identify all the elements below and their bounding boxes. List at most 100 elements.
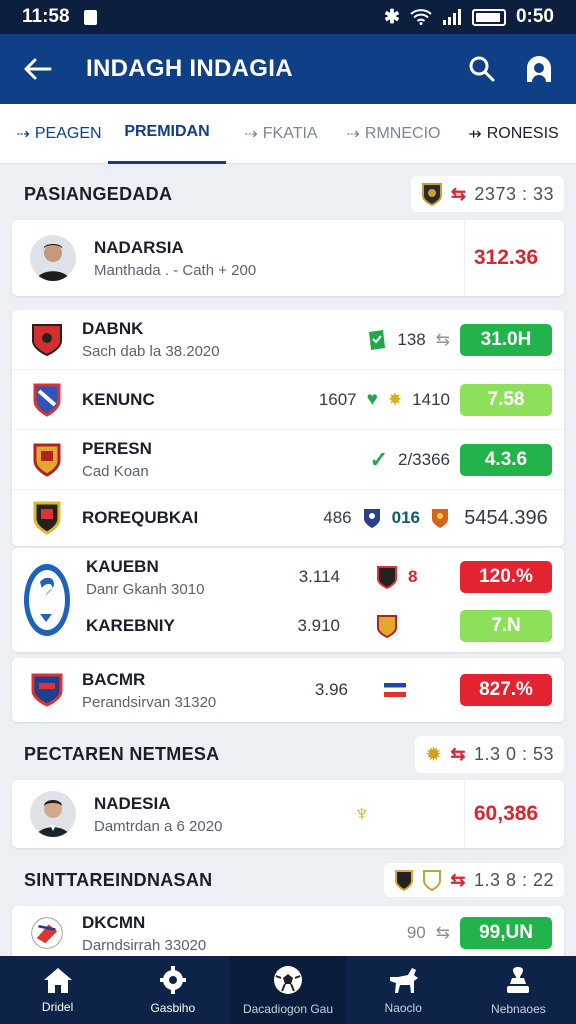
odds-value[interactable]: 5454.396 — [460, 507, 552, 530]
club-crest-icon — [377, 615, 397, 638]
bottom-navigation: Dridel Gasbiho Dacadiogon Gau Naoclo Neb… — [0, 956, 576, 1024]
team-crest-icon — [31, 673, 63, 707]
player-subtitle: Damtrdan a 6 2020 — [94, 817, 223, 835]
featured-card[interactable]: NADARSIA Manthada . - Cath + 200 312.36 — [12, 220, 564, 296]
nav-matches[interactable]: Dacadiogon Gau — [230, 956, 346, 1024]
team-subtitle: Sach dab la 38.2020 — [82, 343, 220, 360]
team-name: DABNK — [82, 319, 144, 338]
team-name: PERESN — [82, 439, 152, 458]
list-item[interactable]: DABNK Sach dab la 38.2020 138 ⇆ 31.0H — [12, 310, 564, 370]
football-icon — [274, 966, 302, 994]
odds-value[interactable]: 4.3.6 — [460, 443, 552, 476]
section-header: SINTTAREINDNASAN ⇆ 1.3 8 : 22 — [0, 852, 576, 908]
club-crest-icon — [421, 183, 442, 206]
section-score-pill[interactable]: ⇆ 2373 : 33 — [410, 176, 564, 212]
team-card[interactable]: DKCMN Darndsirrah 33020 90 ⇆ 99,UN — [12, 906, 564, 960]
signal-icon — [442, 9, 461, 25]
club-crest-icon — [395, 870, 414, 891]
team-crest-icon — [32, 323, 62, 356]
list-item[interactable]: ROREQUBKAI 486 016 5454.396 — [12, 490, 564, 546]
row-stat: 3.910 — [297, 616, 340, 635]
chess-piece-icon — [507, 967, 530, 993]
team-name: BACMR — [82, 669, 146, 689]
back-arrow-icon[interactable] — [22, 57, 52, 81]
row-count: 138 — [397, 329, 426, 349]
tab-rmnecio[interactable]: ⇢ RMNECIO — [336, 104, 451, 164]
swap-icon: ⇆ — [450, 743, 466, 764]
nav-news[interactable]: Nebnaoes — [461, 956, 576, 1024]
row-count: 1410 — [412, 389, 450, 409]
team-name: KENUNC — [82, 389, 155, 409]
tab-peagen[interactable]: ⇢ PEAGEN — [0, 104, 108, 164]
heart-check-icon: ♥ — [366, 388, 378, 410]
check-icon: ✓ — [369, 446, 388, 472]
section-score-pill[interactable]: ✹ ⇆ 1.3 0 : 53 — [415, 735, 564, 773]
nav-label: Gasbiho — [150, 1001, 196, 1015]
team-subtitle: Cad Koan — [82, 463, 149, 480]
arrow-icon: ⇢ — [346, 125, 360, 143]
status-time: 11:58 — [22, 6, 70, 27]
tab-premidan[interactable]: PREMIDAN — [108, 104, 226, 164]
tab-ronesis[interactable]: ⇸ RONESIS — [451, 104, 576, 164]
list-item[interactable]: KAREBNIY 3.910 7.N — [12, 602, 564, 650]
section-score-pill[interactable]: ⇆ 1.3 8 : 22 — [384, 863, 564, 897]
odds-value[interactable]: 7.N — [460, 610, 552, 642]
team-crest-icon — [33, 443, 61, 477]
teams-card: DABNK Sach dab la 38.2020 138 ⇆ 31.0H KEN… — [12, 310, 564, 546]
flag-icon — [384, 683, 406, 697]
swap-icon: ⇆ — [450, 183, 467, 204]
tab-label: RONESIS — [486, 124, 559, 142]
nav-label: Nebnaoes — [491, 1002, 546, 1016]
row-count: 90 — [406, 923, 426, 942]
team-name: ROREQUBKAI — [82, 508, 199, 527]
list-item[interactable]: KAUEBN Danr Gkanh 3010 3.114 8 120.% — [12, 552, 564, 602]
team-card[interactable]: BACMR Perandsirvan 31320 3.96 827.% — [12, 658, 564, 722]
team-name: KAREBNIY — [86, 616, 175, 635]
status-bar: 11:58 ✱ 0:50 — [0, 0, 576, 34]
odds-value[interactable]: 827.% — [460, 674, 552, 706]
notification-icon — [83, 9, 97, 25]
star-icon: ✸ — [387, 389, 403, 409]
list-item[interactable]: KENUNC 1607 ♥ ✸ 1410 7.58 — [12, 370, 564, 430]
player-name: NADARSIA — [94, 237, 184, 257]
section-score: 2373 : 33 — [474, 183, 554, 204]
nav-home[interactable]: Dridel — [0, 956, 115, 1024]
tab-label: PEAGEN — [34, 124, 102, 142]
row-stat: 486 — [323, 508, 352, 527]
section-header: PECTAREN NETMESA ✹ ⇆ 1.3 0 : 53 — [0, 726, 576, 782]
club-crest-icon — [423, 870, 442, 891]
odds-value[interactable]: 7.58 — [460, 383, 552, 416]
nav-animals[interactable]: Naoclo — [346, 956, 461, 1024]
section-score: 1.3 0 : 53 — [473, 743, 554, 764]
star-badge-icon: ✹ — [425, 743, 443, 766]
player-avatar — [30, 235, 76, 281]
player-value: 60,386 — [473, 802, 539, 825]
search-icon[interactable] — [468, 55, 496, 83]
swap-icon: ⇆ — [435, 923, 450, 942]
player-subtitle: Manthada . - Cath + 200 — [94, 261, 257, 279]
featured-value: 312.36 — [473, 246, 539, 269]
club-crest-icon — [432, 509, 448, 528]
odds-value[interactable]: 31.0H — [460, 323, 552, 356]
plus-arrow-icon: ⇸ — [468, 125, 482, 143]
team-crest-icon — [33, 501, 61, 535]
dog-icon — [390, 968, 419, 993]
wifi-icon — [410, 9, 432, 25]
odds-value[interactable]: 120.% — [460, 561, 552, 593]
section-title: PASIANGEDADA — [24, 183, 173, 204]
nav-label: Dridel — [41, 1000, 74, 1014]
player-card[interactable]: NADESIA Damtrdan a 6 2020 ♆ 60,386 — [12, 780, 564, 848]
nav-settings[interactable]: Gasbiho — [115, 956, 230, 1024]
odds-value[interactable]: 99,UN — [460, 917, 552, 949]
list-item[interactable]: PERESN Cad Koan ✓ 2/3366 4.3.6 — [12, 430, 564, 490]
profile-icon[interactable] — [524, 54, 554, 84]
team-subtitle: Danr Gkanh 3010 — [86, 580, 205, 598]
tab-fkatia[interactable]: ⇢ FKATIA — [226, 104, 336, 164]
gear-icon — [159, 966, 186, 994]
status-battery-time: 0:50 — [515, 6, 554, 27]
combined-card: KAUEBN Danr Gkanh 3010 3.114 8 120.% KARE… — [12, 548, 564, 652]
row-count: 016 — [391, 508, 420, 527]
team-subtitle: Darndsirrah 33020 — [82, 936, 207, 954]
club-crest-icon — [377, 566, 397, 589]
section-title: PECTAREN NETMESA — [24, 743, 220, 764]
